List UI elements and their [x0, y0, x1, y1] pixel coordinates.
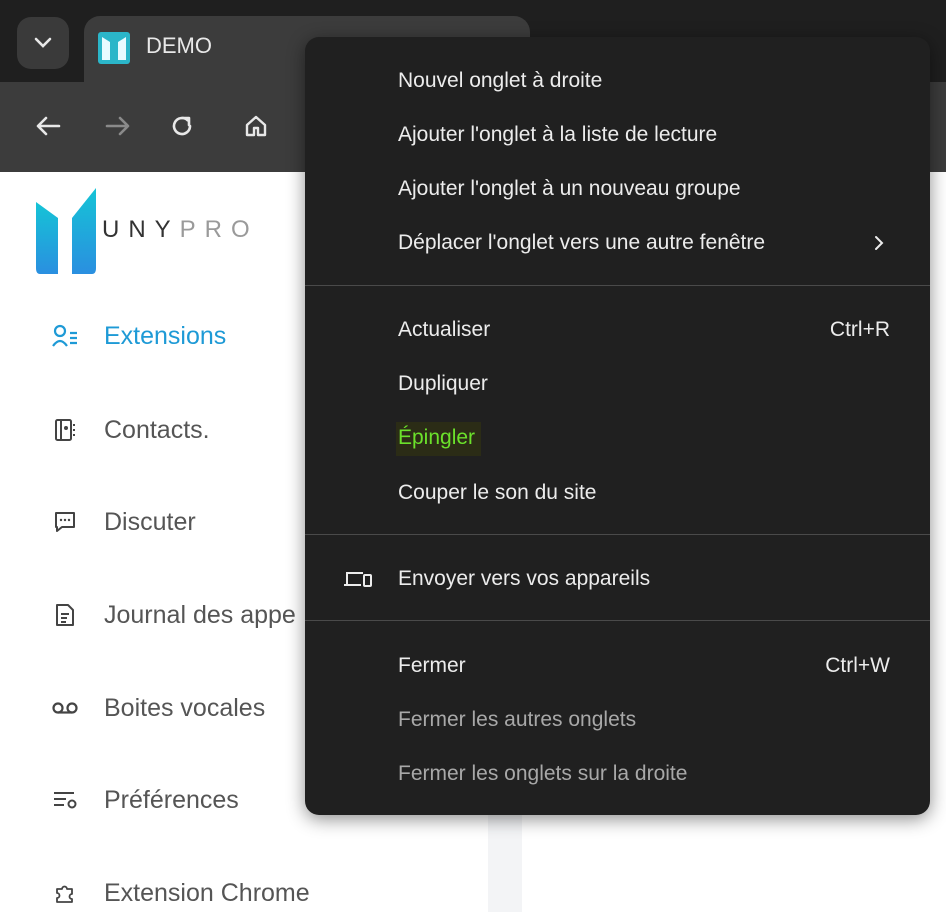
- menu-item-pin[interactable]: Épingler: [396, 422, 482, 456]
- arrow-left-icon: [36, 116, 61, 136]
- logo-text-light: PRO: [179, 216, 259, 243]
- menu-item-close[interactable]: Fermer: [398, 654, 466, 678]
- back-button[interactable]: [26, 104, 70, 148]
- menu-item-add-to-group[interactable]: Ajouter l'onglet à un nouveau groupe: [398, 177, 741, 201]
- sidebar-item-discuter[interactable]: Discuter: [52, 502, 196, 542]
- unypro-favicon-icon: [98, 32, 130, 64]
- sidebar-item-journal[interactable]: Journal des appe: [52, 595, 296, 635]
- logo-text-dark: UNY: [102, 216, 180, 243]
- devices-icon: [344, 572, 372, 587]
- sidebar-item-label: Extensions: [104, 321, 227, 350]
- sidebar-item-extensions[interactable]: Extensions: [52, 316, 226, 356]
- menu-item-send-to-devices[interactable]: Envoyer vers vos appareils: [398, 567, 650, 591]
- menu-item-close-right: Fermer les onglets sur la droite: [398, 762, 688, 785]
- menu-separator: [305, 620, 930, 621]
- puzzle-icon: [52, 880, 78, 906]
- tab-search-button[interactable]: [17, 17, 69, 69]
- sidebar-item-label: Journal des appe: [104, 600, 296, 629]
- home-button[interactable]: [234, 104, 278, 148]
- sidebar-item-preferences[interactable]: Préférences: [52, 780, 239, 820]
- reload-icon: [172, 116, 192, 136]
- sidebar-item-extension-chrome[interactable]: Extension Chrome: [52, 873, 310, 913]
- arrow-right-icon: [105, 116, 130, 136]
- menu-item-new-tab-right[interactable]: Nouvel onglet à droite: [398, 69, 602, 93]
- reload-button[interactable]: [160, 104, 204, 148]
- call-log-icon: [52, 602, 78, 628]
- sidebar-item-boites-vocales[interactable]: Boites vocales: [52, 688, 265, 728]
- menu-item-add-reading-list[interactable]: Ajouter l'onglet à la liste de lecture: [398, 123, 717, 147]
- sidebar-item-label: Discuter: [104, 507, 196, 536]
- address-book-icon: [52, 417, 78, 443]
- menu-item-move-to-window[interactable]: Déplacer l'onglet vers une autre fenêtre: [398, 231, 765, 255]
- menu-item-mute-site[interactable]: Couper le son du site: [398, 481, 596, 505]
- shortcut-close: Ctrl+W: [825, 654, 890, 677]
- forward-button[interactable]: [96, 104, 140, 148]
- user-list-icon: [52, 323, 78, 349]
- sidebar-item-label: Contacts.: [104, 415, 210, 444]
- unypro-logo-icon: [36, 188, 96, 274]
- logo-text: UNYPRO: [102, 216, 259, 244]
- tab-context-menu: Nouvel onglet à droite Ajouter l'onglet …: [305, 37, 930, 815]
- sidebar-item-label: Extension Chrome: [104, 878, 310, 907]
- menu-item-duplicate[interactable]: Dupliquer: [398, 372, 488, 396]
- shortcut-reload: Ctrl+R: [829, 318, 890, 341]
- sidebar-item-contacts[interactable]: Contacts.: [52, 410, 210, 450]
- tab-title: DEMO: [146, 33, 212, 58]
- voicemail-icon: [52, 695, 78, 721]
- menu-item-reload[interactable]: Actualiser: [398, 318, 490, 342]
- menu-item-close-others: Fermer les autres onglets: [398, 708, 637, 731]
- home-icon: [245, 115, 267, 137]
- chevron-down-icon: [34, 37, 52, 48]
- settings-list-icon: [52, 787, 78, 813]
- menu-separator: [305, 534, 930, 535]
- menu-separator: [305, 285, 930, 286]
- sidebar-item-label: Boites vocales: [104, 693, 266, 722]
- chat-icon: [52, 509, 78, 535]
- chevron-right-icon: [875, 236, 884, 250]
- sidebar-item-label: Préférences: [104, 785, 239, 814]
